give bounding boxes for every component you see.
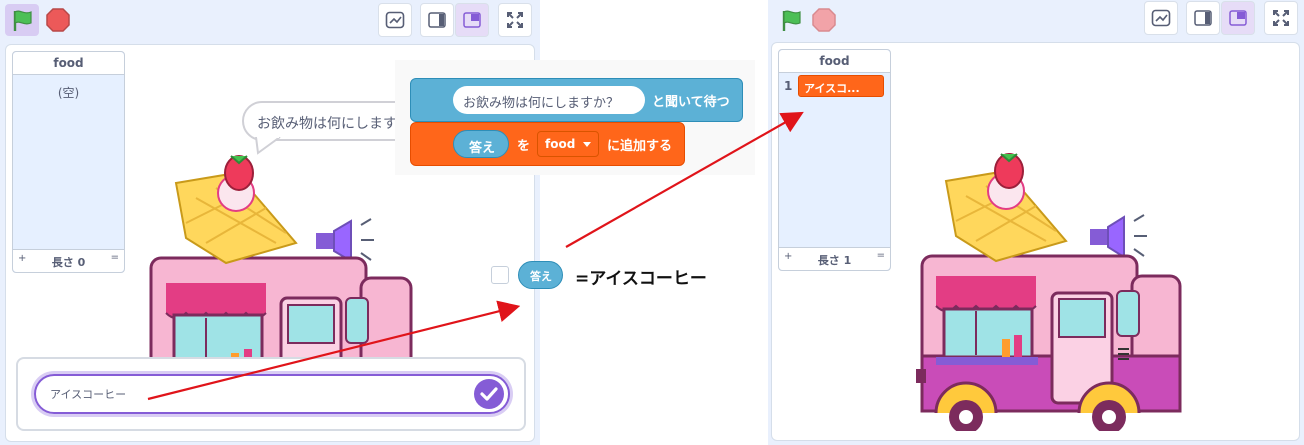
list-item-value-cell[interactable]: アイスコ...	[798, 75, 884, 97]
add-block-label: に追加する	[607, 139, 673, 154]
list-item-index: 1	[784, 79, 793, 93]
list-resize-handle[interactable]: =	[111, 252, 119, 263]
code-area: お飲み物は何にしますか？ と聞いて待つ 答え を food に追加する	[395, 60, 755, 175]
graph-icon	[385, 11, 405, 29]
green-flag-button[interactable]	[5, 4, 39, 36]
normal-stage-icon	[463, 12, 481, 28]
normal-stage-button[interactable]	[455, 3, 489, 37]
fullscreen-button[interactable]	[498, 3, 532, 37]
normal-stage-button[interactable]	[1221, 1, 1255, 35]
list-title: food	[13, 52, 124, 75]
graph-button[interactable]	[1144, 1, 1178, 35]
fullscreen-icon	[507, 12, 523, 28]
stop-button[interactable]	[44, 6, 72, 34]
green-flag-icon	[13, 10, 32, 31]
ask-input-wrapper: アイスコーヒー	[34, 374, 510, 414]
fullscreen-icon	[1273, 10, 1289, 26]
list-item-value: アイスコ...	[804, 82, 860, 95]
small-stage-icon	[428, 12, 446, 28]
food-truck-sprite	[916, 153, 1182, 431]
checkmark-icon	[480, 387, 498, 401]
ask-input[interactable]: アイスコーヒー	[50, 386, 126, 402]
ask-input-slot-text: お飲み物は何にしますか？	[463, 96, 620, 111]
list-dropdown[interactable]: food	[537, 131, 599, 157]
food-list-monitor[interactable]: food 1 アイスコ... + 長さ 1 =	[778, 49, 891, 271]
stop-button[interactable]	[810, 6, 838, 34]
ask-input-slot[interactable]: お飲み物は何にしますか？	[453, 86, 645, 114]
list-empty-label: (空)	[57, 86, 80, 100]
ask-prompt-box: アイスコーヒー	[16, 357, 526, 431]
answer-monitor-checkbox[interactable]	[491, 266, 509, 284]
stop-icon	[46, 8, 70, 32]
answer-reporter-block[interactable]: 答え	[518, 261, 563, 289]
answer-reporter-slot[interactable]: 答え	[453, 130, 509, 158]
list-title: food	[779, 50, 890, 73]
small-stage-button[interactable]	[420, 3, 454, 37]
small-stage-button[interactable]	[1186, 1, 1220, 35]
graph-icon	[1151, 9, 1171, 27]
list-length-label: 長さ 1	[817, 254, 852, 267]
list-footer: + 長さ 1 =	[779, 247, 890, 270]
add-block-particle: を	[517, 139, 531, 154]
food-list-monitor[interactable]: food (空) + 長さ 0 =	[12, 51, 125, 273]
list-dropdown-value: food	[545, 137, 576, 151]
normal-stage-icon	[1229, 10, 1247, 26]
answer-reporter-slot-label: 答え	[469, 141, 496, 156]
submit-answer-button[interactable]	[474, 379, 504, 409]
fullscreen-button[interactable]	[1264, 1, 1298, 35]
right-stage-panel: food 1 アイスコ... + 長さ 1 =	[768, 0, 1304, 445]
answer-reporter-label: 答え	[530, 270, 552, 283]
dropdown-arrow-icon	[583, 142, 591, 147]
add-to-list-block[interactable]: 答え を food に追加する	[410, 122, 685, 166]
graph-button[interactable]	[378, 3, 412, 37]
small-stage-icon	[1194, 10, 1212, 26]
list-footer: + 長さ 0 =	[13, 249, 124, 272]
stop-icon	[812, 8, 836, 32]
green-flag-button[interactable]	[774, 4, 808, 36]
list-resize-handle[interactable]: =	[877, 250, 885, 261]
ask-and-wait-block[interactable]: お飲み物は何にしますか？ と聞いて待つ	[410, 78, 743, 122]
ask-block-label: と聞いて待つ	[652, 95, 730, 110]
green-flag-icon	[782, 10, 801, 31]
list-length-label: 長さ 0	[51, 256, 86, 269]
list-item[interactable]: 1 アイスコ...	[779, 73, 890, 99]
answer-value-annotation: =アイスコーヒー	[575, 269, 707, 289]
right-stage[interactable]: food 1 アイスコ... + 長さ 1 =	[771, 42, 1300, 441]
